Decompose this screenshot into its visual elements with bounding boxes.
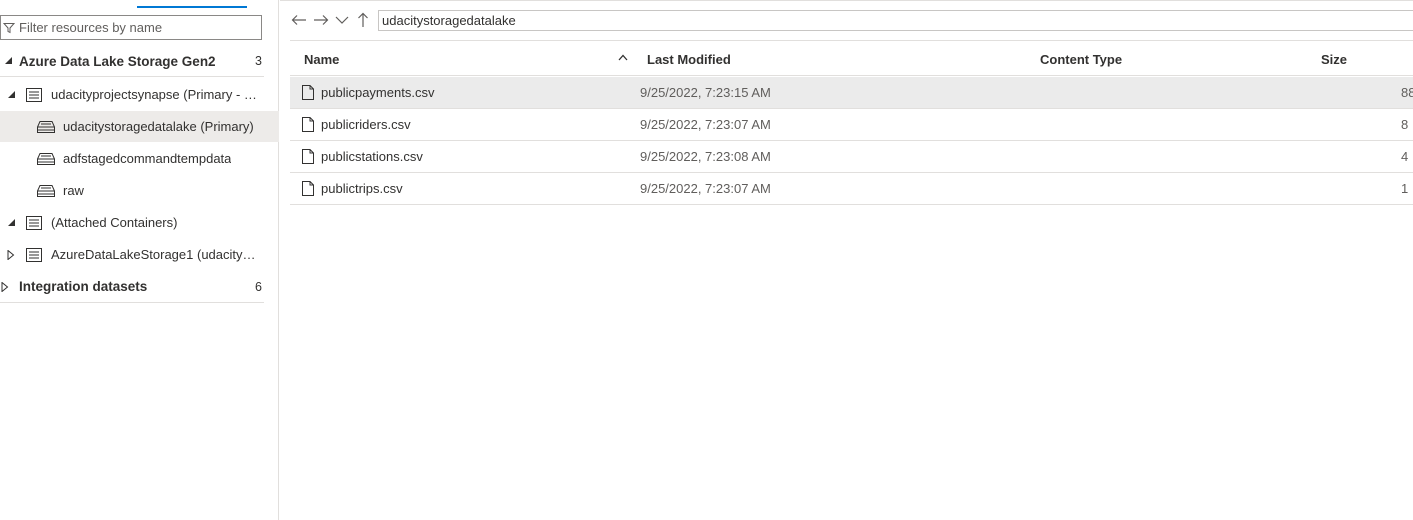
file-name: publictrips.csv — [321, 181, 403, 196]
file-icon — [302, 117, 314, 132]
file-size: 8 — [1401, 117, 1409, 132]
file-size: 88 — [1401, 85, 1413, 100]
file-modified: 9/25/2022, 7:23:15 AM — [640, 85, 771, 100]
storage-account-icon — [25, 215, 43, 231]
toolbar-divider — [290, 40, 1413, 41]
tree-item-label: raw — [63, 183, 84, 198]
tree-item-label: AzureDataLakeStorage1 (udacityst... — [51, 247, 261, 262]
resource-tree-pane: Azure Data Lake Storage Gen2 3 udacitypr… — [0, 0, 279, 520]
grid-header: Name Last Modified Content Type Size — [290, 43, 1413, 76]
file-name: publicpayments.csv — [321, 85, 435, 100]
storage-account-icon — [25, 247, 43, 263]
tree-section-integration-datasets[interactable]: Integration datasets 6 — [0, 271, 264, 303]
tree-item-workspace[interactable]: udacityprojectsynapse (Primary - u... — [0, 79, 264, 110]
caret-expanded-icon[interactable] — [4, 56, 14, 66]
section-label: Azure Data Lake Storage Gen2 — [19, 53, 216, 69]
container-icon — [37, 119, 55, 135]
chevron-down-icon[interactable] — [333, 11, 351, 29]
table-row[interactable]: publictrips.csv 9/25/2022, 7:23:07 AM 1 — [290, 173, 1413, 205]
filter-box[interactable] — [0, 15, 262, 40]
address-bar[interactable] — [378, 10, 1413, 31]
file-icon — [302, 149, 314, 164]
container-icon — [37, 183, 55, 199]
column-header-content-type[interactable]: Content Type — [1040, 52, 1122, 67]
path-input[interactable] — [382, 13, 1382, 28]
column-header-last-modified[interactable]: Last Modified — [647, 52, 731, 67]
file-modified: 9/25/2022, 7:23:07 AM — [640, 181, 771, 196]
section-count: 6 — [255, 279, 262, 294]
tree-item-attached-containers[interactable]: (Attached Containers) — [0, 207, 264, 238]
file-modified: 9/25/2022, 7:23:08 AM — [640, 149, 771, 164]
caret-expanded-icon[interactable] — [7, 218, 17, 228]
back-arrow-icon[interactable] — [290, 11, 308, 29]
tree-section-adls-gen2[interactable]: Azure Data Lake Storage Gen2 3 — [0, 46, 264, 77]
filter-input[interactable] — [19, 20, 249, 35]
active-tab-indicator — [137, 6, 247, 8]
up-arrow-icon[interactable] — [354, 11, 372, 29]
file-icon — [302, 85, 314, 100]
caret-collapsed-icon[interactable] — [0, 281, 10, 292]
forward-arrow-icon[interactable] — [312, 11, 330, 29]
top-divider — [280, 0, 1413, 1]
table-row-selected[interactable]: publicpayments.csv 9/25/2022, 7:23:15 AM… — [290, 77, 1413, 109]
tree-item-label: (Attached Containers) — [51, 215, 178, 230]
file-name: publicstations.csv — [321, 149, 423, 164]
tree-item-container[interactable]: adfstagedcommandtempdata — [0, 143, 264, 174]
section-count: 3 — [255, 54, 262, 68]
file-icon — [302, 181, 314, 196]
file-size: 4 — [1401, 149, 1409, 164]
storage-account-icon — [25, 87, 43, 103]
table-row[interactable]: publicstations.csv 9/25/2022, 7:23:08 AM… — [290, 141, 1413, 173]
caret-collapsed-icon[interactable] — [6, 249, 16, 260]
tree-item-label: udacityprojectsynapse (Primary - u... — [51, 87, 261, 102]
section-label: Integration datasets — [19, 279, 148, 294]
file-name: publicriders.csv — [321, 117, 411, 132]
tree-item-label: adfstagedcommandtempdata — [63, 151, 232, 166]
file-size: 1 — [1401, 181, 1409, 196]
tree-item-label: udacitystoragedatalake (Primary) — [63, 119, 254, 134]
container-icon — [37, 151, 55, 167]
file-browser-pane: Name Last Modified Content Type Size pub… — [280, 0, 1413, 520]
column-header-size[interactable]: Size — [1321, 52, 1347, 67]
file-modified: 9/25/2022, 7:23:07 AM — [640, 117, 771, 132]
column-header-name[interactable]: Name — [304, 52, 339, 67]
tree-item-adls1[interactable]: AzureDataLakeStorage1 (udacityst... — [0, 239, 264, 270]
caret-expanded-icon[interactable] — [7, 90, 17, 100]
tree-item-container[interactable]: raw — [0, 175, 264, 206]
filter-icon — [3, 22, 15, 33]
sort-ascending-icon[interactable] — [618, 54, 628, 61]
table-row[interactable]: publicriders.csv 9/25/2022, 7:23:07 AM 8 — [290, 109, 1413, 141]
tree-item-container-selected[interactable]: udacitystoragedatalake (Primary) — [0, 111, 279, 142]
